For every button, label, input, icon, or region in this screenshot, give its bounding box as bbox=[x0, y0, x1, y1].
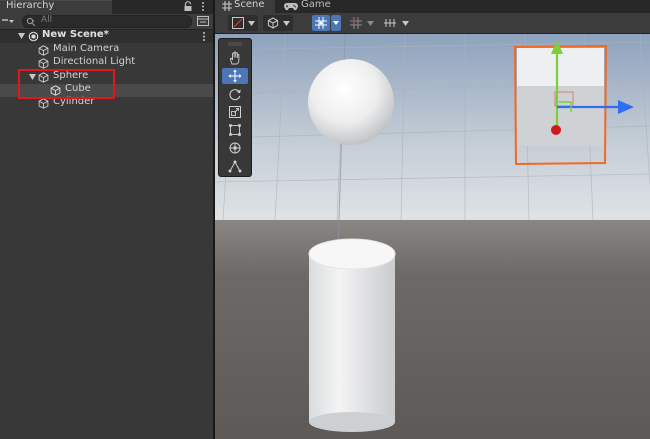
expand-arrow-icon[interactable] bbox=[29, 74, 36, 80]
tab-game-label: Game bbox=[301, 0, 331, 10]
search-icon bbox=[26, 17, 36, 27]
gameobject-cube-icon bbox=[38, 72, 49, 83]
scene-canvas[interactable] bbox=[215, 34, 650, 439]
snap-increment-dropdown[interactable] bbox=[348, 15, 378, 31]
chevron-down-icon bbox=[333, 21, 339, 25]
hierarchy-item-cube[interactable]: Cube bbox=[0, 83, 213, 97]
hierarchy-tab-label: Hierarchy bbox=[6, 0, 55, 11]
scene-name: New Scene* bbox=[42, 29, 109, 40]
scale-tool-button[interactable] bbox=[222, 104, 248, 120]
gameobject-cube-icon bbox=[38, 45, 49, 56]
snap-increment-icon bbox=[384, 19, 396, 27]
hierarchy-item-label: Cylinder bbox=[53, 96, 95, 107]
rect-tool-button[interactable] bbox=[222, 122, 248, 138]
hierarchy-toolbar: All bbox=[0, 14, 213, 30]
transform-tool-button[interactable] bbox=[222, 140, 248, 156]
lock-icon[interactable] bbox=[183, 1, 193, 12]
unity-scene-icon bbox=[28, 31, 39, 42]
custom-tool-button[interactable] bbox=[222, 158, 248, 174]
scale-icon bbox=[229, 106, 241, 118]
chevron-down-icon bbox=[367, 21, 374, 26]
more-options-icon[interactable] bbox=[201, 31, 207, 42]
scene-toolbar bbox=[215, 13, 650, 34]
tab-hierarchy[interactable]: Hierarchy bbox=[0, 0, 112, 14]
hierarchy-item-label: Main Camera bbox=[53, 43, 120, 54]
transform-icon bbox=[229, 142, 241, 154]
hierarchy-item-label: Directional Light bbox=[53, 56, 136, 67]
move-icon bbox=[228, 69, 242, 83]
hierarchy-search-input[interactable]: All bbox=[22, 15, 192, 28]
chevron-down-icon bbox=[402, 21, 409, 26]
hierarchy-item-label: Sphere bbox=[53, 70, 89, 81]
gameobject-cube-icon bbox=[38, 98, 49, 109]
shaded-mode-icon bbox=[232, 17, 244, 29]
cube-render-icon bbox=[267, 17, 279, 29]
render-options-dropdown[interactable] bbox=[263, 15, 293, 31]
ground-plane bbox=[215, 220, 650, 439]
chevron-down-icon bbox=[283, 21, 290, 26]
hand-icon bbox=[229, 51, 240, 65]
rotate-tool-button[interactable] bbox=[222, 86, 248, 102]
chevron-down-icon bbox=[248, 21, 255, 26]
grid-toggle-dropdown[interactable] bbox=[331, 15, 341, 31]
rotate-icon bbox=[229, 89, 241, 101]
hierarchy-item-directional-light[interactable]: Directional Light bbox=[0, 56, 213, 70]
gameobject-cube-icon bbox=[50, 85, 61, 96]
hierarchy-item-sphere[interactable]: Sphere bbox=[0, 70, 213, 84]
move-tool-button[interactable] bbox=[222, 68, 248, 84]
gamepad-icon bbox=[284, 3, 298, 11]
scene-tab-bar: Scene Game bbox=[215, 0, 650, 13]
snap-grid-icon bbox=[350, 17, 362, 29]
cylinder-object[interactable] bbox=[308, 238, 396, 432]
gameobject-cube-icon bbox=[38, 58, 49, 69]
tab-scene[interactable]: Scene bbox=[215, 0, 275, 13]
scene-root-row[interactable]: New Scene* bbox=[0, 29, 213, 43]
tool-palette bbox=[218, 38, 252, 177]
scene-viewport[interactable] bbox=[215, 34, 650, 439]
sphere-object[interactable] bbox=[308, 59, 394, 145]
tab-game[interactable]: Game bbox=[277, 0, 331, 13]
palette-drag-handle[interactable] bbox=[228, 42, 242, 46]
increment-snap-dropdown[interactable] bbox=[381, 15, 413, 31]
hand-tool-button[interactable] bbox=[222, 50, 248, 66]
scene-grid-icon bbox=[222, 1, 232, 11]
tab-scene-label: Scene bbox=[234, 0, 265, 10]
custom-tool-icon bbox=[228, 160, 242, 173]
draw-mode-dropdown[interactable] bbox=[228, 15, 258, 31]
hierarchy-tab-bar: Hierarchy bbox=[0, 0, 213, 14]
grid-snap-icon bbox=[315, 17, 327, 29]
create-dropdown-icon[interactable] bbox=[2, 18, 14, 26]
search-placeholder: All bbox=[41, 15, 53, 25]
expand-arrow-icon[interactable] bbox=[18, 33, 25, 39]
scene-visibility-icon[interactable] bbox=[197, 16, 209, 27]
grid-toggle-button[interactable] bbox=[312, 15, 330, 31]
hierarchy-item-label: Cube bbox=[65, 83, 91, 94]
hierarchy-panel: Hierarchy All New Scene* Main Camera Dir… bbox=[0, 0, 213, 439]
hierarchy-item-cylinder[interactable]: Cylinder bbox=[0, 96, 213, 110]
more-options-icon[interactable] bbox=[199, 1, 207, 12]
rect-icon bbox=[229, 124, 241, 136]
